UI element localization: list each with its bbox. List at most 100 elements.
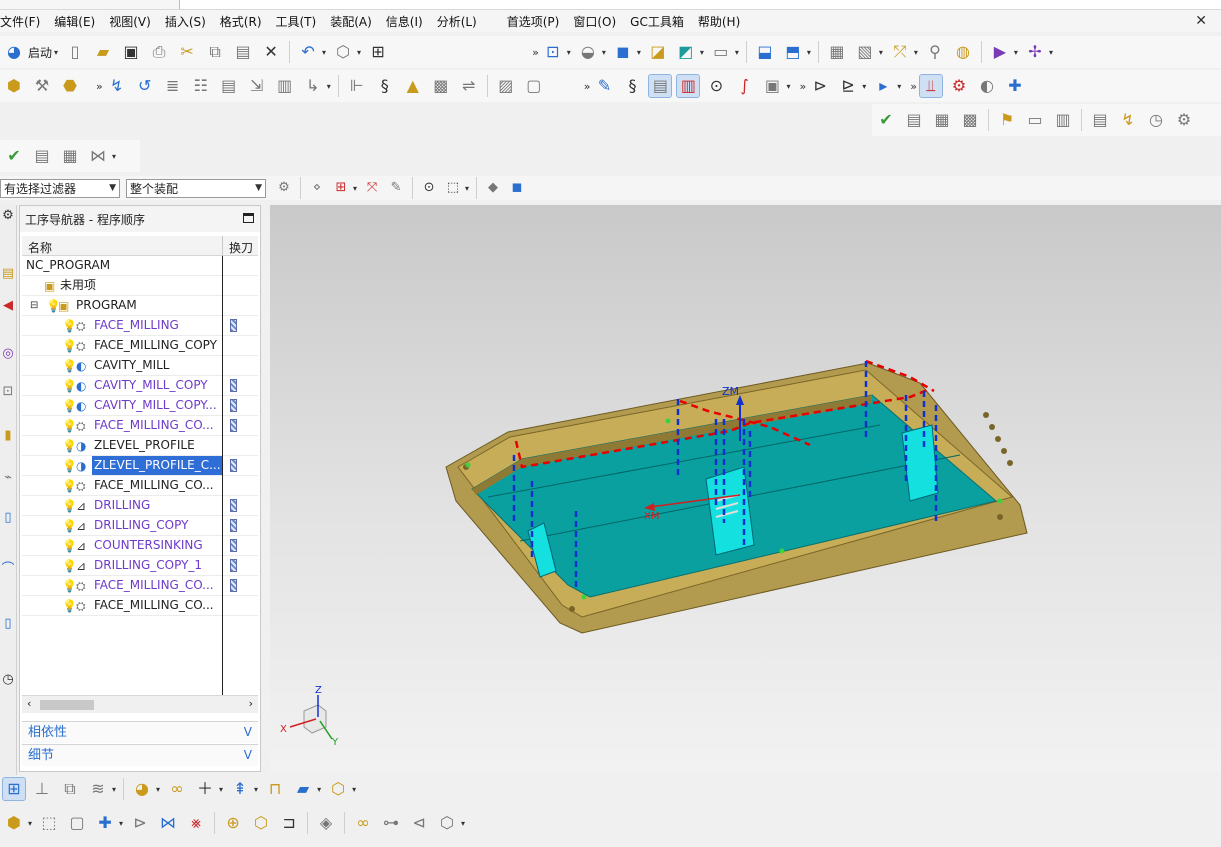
grid-dropdown-icon[interactable]: ▾ <box>112 152 116 161</box>
generate-path-icon[interactable]: ↯ <box>106 75 128 97</box>
machine-view-icon[interactable]: ▨ <box>495 75 517 97</box>
replay-path-icon[interactable]: ↺ <box>134 75 156 97</box>
fit-view-dropdown-icon[interactable]: ▾ <box>567 48 571 57</box>
unite-icon[interactable]: ⬒ <box>782 41 804 63</box>
constraint-icon[interactable]: ∞ <box>166 778 188 800</box>
cut-region-icon[interactable]: ▥ <box>676 74 701 98</box>
boundary-dropdown-icon[interactable]: ▾ <box>786 82 790 91</box>
section-view-icon[interactable]: ◪ <box>647 41 669 63</box>
timer-icon[interactable]: ◷ <box>1145 109 1167 131</box>
background-dropdown-icon[interactable]: ▾ <box>735 48 739 57</box>
undo-icon[interactable]: ↶ <box>297 41 319 63</box>
center-point-icon[interactable]: ⊙ <box>420 179 438 197</box>
collapse-icon[interactable]: ⊟ <box>30 298 38 314</box>
check-clearance-icon[interactable]: ⬚ <box>38 812 60 834</box>
measure-icon[interactable]: ⚲ <box>924 41 946 63</box>
add-component-icon[interactable]: ◕ <box>131 778 153 800</box>
verify-path-icon[interactable]: ▶ <box>989 41 1011 63</box>
structure-icon[interactable]: ⊥ <box>31 778 53 800</box>
table-icon[interactable]: ▦ <box>59 145 81 167</box>
material-icon[interactable]: ◐ <box>976 75 998 97</box>
document-tab[interactable] <box>0 0 180 9</box>
curve-icon[interactable]: ∫ <box>733 75 755 97</box>
suppress-icon[interactable]: ⨳ <box>185 812 207 834</box>
toolbar-overflow-icon[interactable]: » <box>532 46 539 59</box>
checkmark-icon[interactable]: ✔ <box>875 109 897 131</box>
new-file-icon[interactable]: ▯ <box>64 41 86 63</box>
assembly-cut-icon[interactable]: ▢ <box>66 812 88 834</box>
create-tool-icon[interactable]: ⚒ <box>31 75 53 97</box>
wire-dropdown-icon[interactable]: ▾ <box>1049 48 1053 57</box>
toolbar-overflow-icon[interactable]: » <box>800 80 807 93</box>
scroll-left-icon[interactable]: ‹ <box>27 697 31 710</box>
component-icon[interactable]: ⧉ <box>59 778 81 800</box>
clock-icon[interactable]: ◷ <box>0 671 16 689</box>
tool-display-icon[interactable]: ⚙ <box>948 75 970 97</box>
end-point-icon[interactable]: ⤧ <box>363 179 381 197</box>
wcs-icon[interactable]: ⤱ <box>889 41 911 63</box>
move-dropdown-icon[interactable]: ▾ <box>219 785 223 794</box>
mirror-icon[interactable]: ⇞ <box>229 778 251 800</box>
menu-format[interactable]: 格式(R) <box>213 13 269 30</box>
tool-library-icon[interactable]: ▲ <box>402 75 424 97</box>
orient-view-icon[interactable]: ◩ <box>675 41 697 63</box>
edit-operation-icon[interactable]: ✎ <box>593 75 615 97</box>
settings-icon[interactable]: ⚙ <box>1173 109 1195 131</box>
display-icon[interactable]: ⊳ <box>809 75 831 97</box>
menu-information[interactable]: 信息(I) <box>379 13 430 30</box>
circle-icon[interactable]: ⊙ <box>705 75 727 97</box>
menu-tools[interactable]: 工具(T) <box>269 13 324 30</box>
wire-icon[interactable]: ✢ <box>1024 41 1046 63</box>
menu-help[interactable]: 帮助(H) <box>691 13 747 30</box>
maximize-icon[interactable] <box>243 213 254 223</box>
fit-view-icon[interactable]: ⊡ <box>542 41 564 63</box>
menu-gc-toolbox[interactable]: GC工具箱 <box>623 13 691 30</box>
process-studio-icon[interactable]: ▯ <box>0 615 16 633</box>
extrude-icon[interactable]: ⬓ <box>754 41 776 63</box>
repeat-command-icon[interactable]: ⬡ <box>332 41 354 63</box>
exploded-view-icon[interactable]: ⬡ <box>327 778 349 800</box>
interference-icon[interactable]: ⊶ <box>380 812 402 834</box>
link-icon[interactable]: ⊕ <box>222 812 244 834</box>
graphics-viewport[interactable]: ZM XM Z X Y <box>270 205 1221 772</box>
grid-icon[interactable]: ▩ <box>959 109 981 131</box>
checkmark-icon[interactable]: ✔ <box>3 145 25 167</box>
reference-set-icon[interactable]: ⊳ <box>129 812 151 834</box>
mirror-dropdown-icon[interactable]: ▾ <box>254 785 258 794</box>
arrangement-dropdown-icon[interactable]: ▾ <box>461 819 465 828</box>
solid-filter-icon[interactable]: ◆ <box>484 179 502 197</box>
hide-icon[interactable]: ⊵ <box>837 75 859 97</box>
postprocess-icon[interactable]: ⇲ <box>246 75 268 97</box>
snap-point-icon[interactable]: ⋄ <box>308 179 326 197</box>
background-icon[interactable]: ▭ <box>710 41 732 63</box>
operation-nav-icon[interactable]: ◎ <box>0 345 16 363</box>
verify-toolpath-icon[interactable]: ☷ <box>190 75 212 97</box>
create-program-icon[interactable]: ⬢ <box>3 75 25 97</box>
transform-icon[interactable]: ⇌ <box>458 75 480 97</box>
constraint-link-icon[interactable]: ∞ <box>352 812 374 834</box>
scroll-thumb[interactable] <box>40 700 94 710</box>
menu-file[interactable]: 文件(F) <box>0 13 47 30</box>
render-style-icon[interactable]: ◼ <box>612 41 634 63</box>
table-icon[interactable]: ▦ <box>931 109 953 131</box>
show-dropdown-icon[interactable]: ▾ <box>897 82 901 91</box>
rect-dropdown-icon[interactable]: ▾ <box>465 184 469 193</box>
cut-icon[interactable]: ✂ <box>176 41 198 63</box>
start-dropdown-icon[interactable]: ▾ <box>54 48 58 57</box>
menu-preferences[interactable]: 首选项(P) <box>500 13 567 30</box>
repeat-dropdown-icon[interactable]: ▾ <box>357 48 361 57</box>
replace-dropdown-icon[interactable]: ▾ <box>317 785 321 794</box>
report-icon[interactable]: ▥ <box>1052 109 1074 131</box>
history-icon[interactable]: ▯ <box>0 509 16 527</box>
machine-nav-icon[interactable]: ⊡ <box>0 383 16 401</box>
column-name[interactable]: 名称 <box>28 239 52 256</box>
delete-icon[interactable]: ✕ <box>260 41 282 63</box>
route-icon[interactable]: ⊲ <box>408 812 430 834</box>
part-nav-icon[interactable]: ◀ <box>0 297 16 315</box>
general-filter-icon[interactable]: ⚙ <box>275 179 293 197</box>
sequence-dropdown-icon[interactable]: ▾ <box>112 785 116 794</box>
new-component-icon[interactable]: ✚ <box>94 812 116 834</box>
menu-insert[interactable]: 插入(S) <box>158 13 213 30</box>
menu-window[interactable]: 窗口(O) <box>566 13 623 30</box>
horizontal-scrollbar[interactable]: ‹ › <box>22 695 258 713</box>
